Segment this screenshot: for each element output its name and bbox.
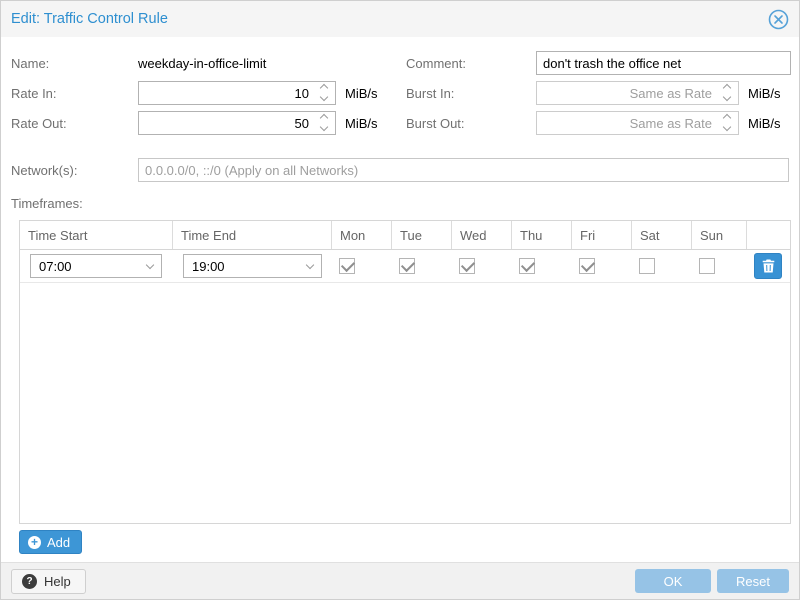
spinner-arrows-icon[interactable] — [317, 114, 331, 132]
column-header-time-start[interactable]: Time Start — [20, 221, 173, 249]
tue-checkbox[interactable] — [399, 258, 415, 274]
networks-input[interactable] — [138, 158, 789, 182]
comment-label: Comment: — [406, 56, 536, 71]
name-value: weekday-in-office-limit — [138, 56, 266, 71]
rate-out-unit: MiB/s — [345, 116, 378, 131]
column-header-wed[interactable]: Wed — [452, 221, 512, 249]
dialog-titlebar: Edit: Traffic Control Rule — [1, 1, 799, 37]
reset-button[interactable]: Reset — [717, 569, 789, 593]
column-header-tue[interactable]: Tue — [392, 221, 452, 249]
circle-x-icon — [768, 9, 789, 30]
wed-checkbox[interactable] — [459, 258, 475, 274]
mon-checkbox[interactable] — [339, 258, 355, 274]
rate-out-label: Rate Out: — [11, 116, 138, 131]
burst-in-unit: MiB/s — [748, 86, 781, 101]
time-start-value: 07:00 — [39, 259, 72, 274]
rate-out-input[interactable] — [138, 111, 336, 135]
timeframes-table: Time Start Time End Mon Tue Wed Thu Fri … — [19, 220, 791, 524]
sun-checkbox[interactable] — [699, 258, 715, 274]
column-header-actions — [747, 221, 790, 249]
time-start-combo[interactable]: 07:00 — [30, 254, 162, 278]
rate-in-label: Rate In: — [11, 86, 138, 101]
spinner-arrows-icon[interactable] — [720, 114, 734, 132]
thu-checkbox[interactable] — [519, 258, 535, 274]
rate-in-unit: MiB/s — [345, 86, 378, 101]
dialog-title: Edit: Traffic Control Rule — [11, 11, 168, 27]
column-header-sun[interactable]: Sun — [692, 221, 747, 249]
timeframes-table-empty-area — [20, 283, 790, 523]
spinner-arrows-icon[interactable] — [317, 84, 331, 102]
question-circle-icon: ? — [22, 574, 37, 589]
help-button[interactable]: ? Help — [11, 569, 86, 594]
column-header-sat[interactable]: Sat — [632, 221, 692, 249]
burst-out-label: Burst Out: — [406, 116, 536, 131]
column-header-mon[interactable]: Mon — [332, 221, 392, 249]
burst-out-input[interactable] — [536, 111, 739, 135]
chevron-down-icon — [146, 261, 154, 269]
comment-input[interactable] — [536, 51, 791, 75]
trash-icon — [762, 259, 775, 273]
sat-checkbox[interactable] — [639, 258, 655, 274]
chevron-down-icon — [306, 261, 314, 269]
burst-out-spinner — [536, 111, 739, 135]
spinner-arrows-icon[interactable] — [720, 84, 734, 102]
delete-row-button[interactable] — [754, 253, 782, 279]
column-header-thu[interactable]: Thu — [512, 221, 572, 249]
name-label: Name: — [11, 56, 138, 71]
add-button[interactable]: + Add — [19, 530, 82, 554]
ok-button[interactable]: OK — [635, 569, 711, 593]
rate-out-spinner — [138, 111, 336, 135]
edit-traffic-control-rule-dialog: Edit: Traffic Control Rule Name: weekday… — [0, 0, 800, 600]
plus-circle-icon: + — [28, 536, 41, 549]
burst-in-spinner — [536, 81, 739, 105]
rate-in-input[interactable] — [138, 81, 336, 105]
burst-in-label: Burst In: — [406, 86, 536, 101]
fri-checkbox[interactable] — [579, 258, 595, 274]
time-end-value: 19:00 — [192, 259, 225, 274]
dialog-content: Name: weekday-in-office-limit Rate In: M… — [1, 37, 799, 562]
rate-in-spinner — [138, 81, 336, 105]
column-header-time-end[interactable]: Time End — [173, 221, 332, 249]
close-button[interactable] — [768, 9, 789, 30]
add-button-label: Add — [47, 535, 70, 550]
networks-label: Network(s): — [11, 163, 138, 178]
timeframes-label: Timeframes: — [11, 196, 789, 211]
column-header-fri[interactable]: Fri — [572, 221, 632, 249]
timeframes-table-header: Time Start Time End Mon Tue Wed Thu Fri … — [20, 221, 790, 250]
burst-in-input[interactable] — [536, 81, 739, 105]
dialog-footer: ? Help OK Reset — [1, 562, 799, 599]
burst-out-unit: MiB/s — [748, 116, 781, 131]
help-button-label: Help — [44, 574, 71, 589]
time-end-combo[interactable]: 19:00 — [183, 254, 322, 278]
timeframe-row: 07:00 19:00 — [20, 250, 790, 283]
